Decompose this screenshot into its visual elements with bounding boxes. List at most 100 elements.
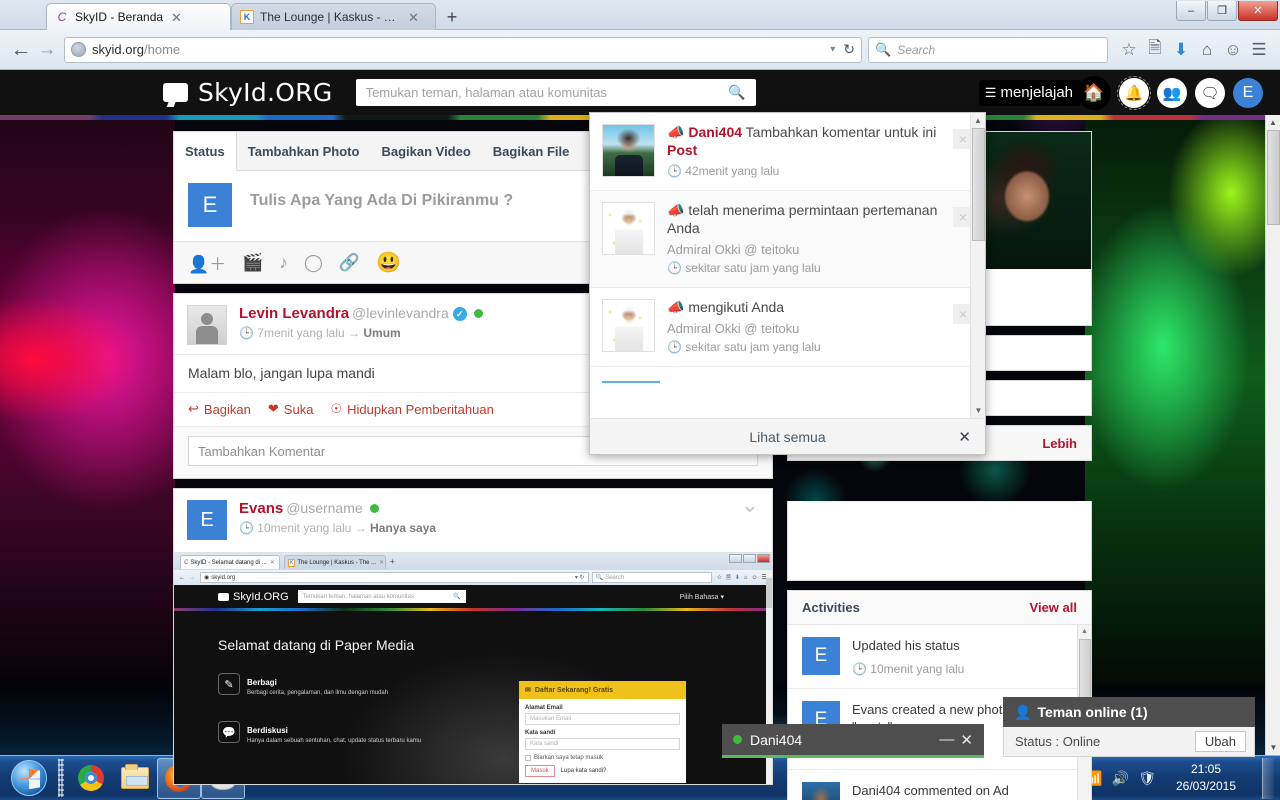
notification-item[interactable]: 📣 Dani404 Tambahkan komentar untuk ini P… — [590, 113, 985, 191]
taskbar-clock[interactable]: 21:05 26/03/2015 — [1165, 761, 1249, 796]
notification-item[interactable]: 📣 telah menerima permintaan pertemanan A… — [590, 190, 985, 288]
minimize-icon[interactable]: — — [939, 731, 954, 748]
person-icon: 👤 — [1014, 703, 1032, 720]
browser-tab-1[interactable]: K The Lounge | Kaskus - The ... ✕ — [231, 3, 436, 30]
notifications-scrollbar[interactable]: ▲ ▼ — [970, 113, 985, 418]
taskbar-item-explorer[interactable] — [113, 758, 157, 799]
music-icon[interactable]: ♪ — [279, 253, 288, 273]
site-brand[interactable]: SkyId.ORG — [163, 78, 333, 107]
user-avatar[interactable]: E — [1233, 77, 1263, 108]
composer-tab-file[interactable]: Bagikan File — [482, 132, 581, 170]
explore-button[interactable]: ☰ menjelajah — [978, 79, 1081, 106]
messages-button[interactable]: 🗨 — [1195, 77, 1225, 108]
scroll-thumb[interactable] — [1267, 130, 1280, 225]
sync-icon[interactable]: ☺ — [1220, 37, 1246, 63]
minimize-button[interactable]: – — [1176, 1, 1206, 21]
taskbar-grip — [58, 759, 64, 797]
composer-tab-video[interactable]: Bagikan Video — [370, 132, 481, 170]
clock-date: 26/03/2015 — [1175, 779, 1237, 793]
shield-error-icon[interactable]: 🛡 — [1138, 770, 1156, 787]
browser-tab-0[interactable]: C SkyID - Beranda ✕ — [46, 3, 231, 30]
scroll-down-icon[interactable]: ▼ — [971, 403, 985, 418]
chevron-down-icon[interactable]: ⌄ — [741, 494, 759, 516]
windows-start-orb-icon — [11, 760, 47, 796]
composer-input[interactable]: Tulis Apa Yang Ada Di Pikiranmu ? — [250, 183, 513, 227]
site-identity-icon: ◉ — [204, 575, 210, 581]
notify-button[interactable]: ☉ Hidupkan Pemberitahuan — [330, 401, 493, 417]
page-scrollbar[interactable]: ▲ ▼ — [1265, 115, 1280, 755]
list-item[interactable]: E Updated his status 🕒 10menit yang lalu — [788, 625, 1091, 689]
scroll-up-icon[interactable]: ▲ — [1078, 625, 1091, 639]
bookmark-star-icon[interactable]: ☆ — [1116, 37, 1142, 63]
like-button[interactable]: ❤ Suka — [268, 401, 314, 417]
close-button[interactable]: ✕ — [1238, 1, 1278, 21]
composer-tab-photo[interactable]: Tambahkan Photo — [237, 132, 371, 170]
restore-button[interactable]: ❐ — [1207, 1, 1237, 21]
reader-icon[interactable]: 🗎 — [1142, 37, 1168, 63]
avatar[interactable] — [602, 298, 655, 352]
friend-requests-button[interactable]: 👥 — [1157, 77, 1187, 108]
notifications-button[interactable]: 🔔 — [1117, 75, 1151, 110]
link-icon[interactable]: 🔗 — [339, 253, 360, 273]
share-button[interactable]: ↩ Bagikan — [188, 401, 251, 417]
new-tab-button[interactable]: + — [440, 7, 464, 27]
heart-icon: ❤ — [267, 401, 279, 416]
url-bar[interactable]: skyid.org/home ▾ ↻ — [64, 36, 862, 63]
tab-close-icon[interactable]: ✕ — [171, 11, 182, 24]
scroll-down-icon[interactable]: ▼ — [1266, 740, 1280, 755]
post-attachment-screenshot[interactable]: C SkyID - Selamat datang di ... ✕ K The … — [174, 552, 772, 784]
scroll-up-icon[interactable]: ▲ — [1266, 115, 1280, 130]
chat-window[interactable]: Dani404 — ✕ — [722, 724, 984, 758]
change-status-button[interactable]: Ubah — [1194, 731, 1246, 752]
browser-search-input[interactable]: 🔍 Search — [868, 36, 1108, 63]
close-icon[interactable]: ✕ — [958, 428, 971, 446]
back-icon[interactable]: ← — [8, 37, 34, 63]
post-author[interactable]: Evans @username — [239, 500, 436, 517]
home-button[interactable]: 🏠 — [1077, 75, 1111, 110]
loading-bar — [602, 380, 660, 383]
menu-icon[interactable]: ☰ — [1246, 37, 1272, 63]
home-icon[interactable]: ⌂ — [1194, 37, 1220, 63]
photo-icon[interactable]: 🎬 — [242, 253, 263, 273]
close-icon[interactable]: ✕ — [960, 731, 973, 749]
scroll-up-icon[interactable]: ▲ — [971, 113, 985, 128]
activities-view-all[interactable]: View all — [1030, 600, 1077, 615]
reload-icon[interactable]: ↻ — [843, 41, 855, 58]
activity-text: Dani404 commented on Ad — [852, 782, 1009, 798]
avatar[interactable] — [602, 124, 655, 177]
chevron-down-icon[interactable]: ▾ — [830, 44, 835, 55]
volume-icon[interactable]: 🔊 — [1112, 770, 1129, 787]
avatar[interactable]: E — [187, 500, 227, 540]
see-all-link[interactable]: Lihat semua — [749, 429, 825, 445]
avatar[interactable] — [602, 201, 655, 255]
notification-text-wrap: 📣 Dani404 Tambahkan komentar untuk ini P… — [667, 124, 973, 178]
taskbar-item-chrome[interactable] — [69, 758, 113, 799]
notification-text: 📣 mengikuti Anda — [667, 298, 785, 315]
site-search-input[interactable]: Temukan teman, halaman atau komunitas 🔍 — [355, 79, 756, 106]
inner-site-search: Temukan teman, halaman atau komunitas 🔍 — [297, 590, 466, 603]
composer-avatar: E — [188, 183, 232, 227]
avatar[interactable] — [187, 305, 227, 345]
composer-tab-status[interactable]: Status — [173, 132, 237, 171]
show-desktop-button[interactable] — [1262, 757, 1274, 799]
location-icon[interactable]: ◯ — [304, 253, 323, 273]
clock-icon: 🕒 — [667, 260, 682, 275]
envelope-icon: ✉ — [525, 687, 531, 694]
emoji-icon[interactable]: 😃 — [376, 250, 401, 275]
reader-icon: 🗎 — [725, 574, 731, 581]
downloads-icon[interactable]: ⬇ — [1168, 37, 1194, 63]
list-item[interactable]: Dani404 commented on Ad — [788, 770, 1091, 800]
tag-friend-icon[interactable]: 👤＋ — [188, 250, 226, 275]
notification-item[interactable]: 📣 mengikuti Anda Admiral Okki @ teitoku … — [590, 288, 985, 367]
home-icon: ⌂ — [743, 574, 748, 581]
notification-text-wrap: 📣 mengikuti Anda Admiral Okki @ teitoku … — [667, 299, 973, 354]
post-author[interactable]: Levin Levandra @levinlevandra ✓ — [239, 305, 483, 322]
friends-online-header[interactable]: 👤 Teman online (1) — [1003, 697, 1255, 727]
scroll-thumb[interactable] — [1079, 639, 1091, 699]
inner-window-controls — [729, 554, 770, 563]
start-button[interactable] — [2, 758, 56, 799]
forward-icon[interactable]: → — [34, 37, 60, 63]
tab-close-icon[interactable]: ✕ — [408, 11, 419, 24]
search-icon[interactable]: 🔍 — [728, 84, 745, 101]
scroll-thumb[interactable] — [972, 128, 985, 241]
